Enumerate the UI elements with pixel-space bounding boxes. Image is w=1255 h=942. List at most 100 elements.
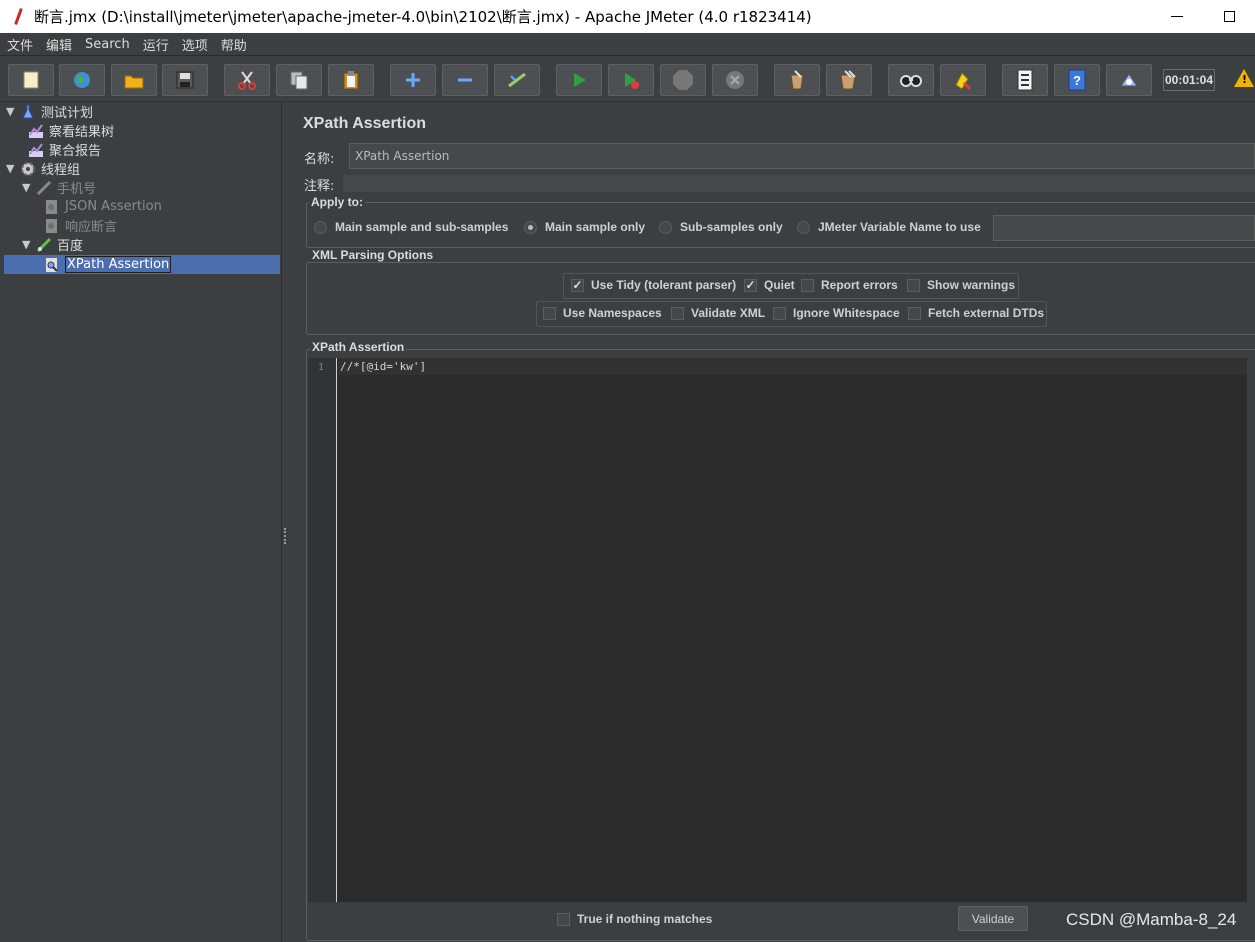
- checkbox-box[interactable]: [907, 278, 920, 292]
- radio-circle[interactable]: [314, 220, 327, 234]
- radio-sub-samples-only[interactable]: Sub-samples only: [659, 220, 783, 234]
- collapse-toggle-icon[interactable]: ▼: [22, 238, 34, 251]
- copy-button[interactable]: [276, 64, 322, 96]
- checkbox-box[interactable]: [801, 278, 814, 292]
- elapsed-timer: 00:01:04: [1163, 69, 1215, 91]
- xpath-assertion-panel: XPath Assertion 名称: XPath Assertion 注释: …: [292, 102, 1255, 942]
- clear-all-button[interactable]: [826, 64, 872, 96]
- checkbox-checked[interactable]: ✓: [744, 278, 757, 292]
- clear-icon: [790, 70, 804, 90]
- checkbox-use-tidy[interactable]: ✓ Use Tidy (tolerant parser): [571, 278, 736, 292]
- toggle-button[interactable]: [494, 64, 540, 96]
- tree-node-results-tree[interactable]: 察看结果树: [28, 121, 114, 140]
- aggregate-report-icon: [29, 142, 43, 157]
- tree-node-json-assertion[interactable]: JSON Assertion: [44, 197, 162, 216]
- checkbox-ignore-whitespace[interactable]: Ignore Whitespace: [773, 306, 900, 320]
- collapse-toggle-icon[interactable]: ▼: [6, 162, 18, 175]
- collapse-all-button[interactable]: [442, 64, 488, 96]
- warning-mark: !: [1242, 73, 1248, 86]
- xpath-expression[interactable]: //*[@id='kw']: [338, 358, 1247, 375]
- minimize-icon: [1171, 16, 1183, 17]
- radio-circle[interactable]: [659, 220, 672, 234]
- tree-node-label: XPath Assertion: [65, 256, 172, 273]
- validate-button[interactable]: Validate: [958, 906, 1028, 931]
- checkbox-true-if-nothing-matches[interactable]: True if nothing matches: [557, 912, 712, 926]
- tree-node-phone-sampler[interactable]: ▼ 手机号: [22, 178, 96, 197]
- start-button[interactable]: [556, 64, 602, 96]
- search-icon: [900, 75, 922, 87]
- window-title: 断言.jmx (D:\install\jmeter\jmeter\apache-…: [34, 8, 812, 26]
- menu-help[interactable]: 帮助: [214, 35, 253, 54]
- menu-file[interactable]: 文件: [0, 35, 39, 54]
- checkbox-checked[interactable]: ✓: [571, 278, 584, 292]
- menu-run[interactable]: 运行: [136, 35, 175, 54]
- menu-search[interactable]: Search: [78, 37, 136, 52]
- jmeter-variable-name-input[interactable]: [993, 215, 1255, 241]
- tree-node-aggregate-report[interactable]: 聚合报告: [28, 140, 101, 159]
- function-helper-button[interactable]: [1002, 64, 1048, 96]
- apply-to-title: Apply to:: [309, 195, 365, 209]
- radio-circle[interactable]: [797, 220, 810, 234]
- stop-button[interactable]: [660, 64, 706, 96]
- warning-icon[interactable]: !: [1234, 69, 1254, 87]
- paste-button[interactable]: [328, 64, 374, 96]
- save-icon: [176, 71, 194, 89]
- expand-all-button[interactable]: [390, 64, 436, 96]
- start-no-pauses-button[interactable]: [608, 64, 654, 96]
- checkbox-box[interactable]: [557, 912, 570, 926]
- checkbox-show-warnings[interactable]: Show warnings: [907, 278, 1015, 292]
- tree-node-thread-group[interactable]: ▼ 线程组: [6, 159, 80, 178]
- remote-start-button[interactable]: [1106, 64, 1152, 96]
- minimize-button[interactable]: [1151, 0, 1203, 33]
- comment-field[interactable]: [343, 175, 1255, 192]
- checkbox-fetch-external-dtds[interactable]: Fetch external DTDs: [908, 306, 1044, 320]
- panel-splitter[interactable]: [282, 102, 292, 942]
- search-button[interactable]: [888, 64, 934, 96]
- checkbox-box[interactable]: [773, 306, 786, 320]
- expand-icon: [406, 73, 420, 87]
- radio-jmeter-variable[interactable]: JMeter Variable Name to use: [797, 220, 981, 234]
- assertion-icon: [46, 218, 57, 233]
- tree-node-baidu-sampler[interactable]: ▼ 百度: [22, 235, 83, 254]
- tree-node-test-plan[interactable]: ▼ 测试计划: [6, 102, 93, 121]
- checkbox-quiet[interactable]: ✓ Quiet: [744, 278, 795, 292]
- checkbox-label: Validate XML: [691, 306, 766, 320]
- checkbox-box[interactable]: [543, 306, 556, 320]
- new-button[interactable]: [8, 64, 54, 96]
- name-field[interactable]: XPath Assertion: [349, 143, 1255, 169]
- checkbox-label: Show warnings: [927, 278, 1016, 292]
- checkbox-validate-xml[interactable]: Validate XML: [671, 306, 765, 320]
- maximize-button[interactable]: [1203, 0, 1255, 33]
- tree-node-xpath-assertion[interactable]: XPath Assertion: [4, 255, 280, 274]
- radio-main-and-sub-samples[interactable]: Main sample and sub-samples: [314, 220, 508, 234]
- open-button[interactable]: [111, 64, 157, 96]
- maximize-icon: [1223, 11, 1235, 22]
- splitter-grip-icon[interactable]: [284, 528, 290, 544]
- help-button[interactable]: ?: [1054, 64, 1100, 96]
- menu-options[interactable]: 选项: [175, 35, 214, 54]
- clear-button[interactable]: [774, 64, 820, 96]
- collapse-toggle-icon[interactable]: ▼: [6, 105, 18, 118]
- menu-edit[interactable]: 编辑: [39, 35, 78, 54]
- collapse-toggle-icon[interactable]: ▼: [22, 181, 34, 194]
- save-button[interactable]: [162, 64, 208, 96]
- cut-button[interactable]: [224, 64, 270, 96]
- xpath-editor[interactable]: 1 //*[@id='kw']: [308, 358, 1247, 902]
- remote-icon: [1120, 73, 1138, 87]
- tree-node-label: 百度: [57, 239, 84, 254]
- radio-main-sample-only[interactable]: Main sample only: [524, 220, 645, 234]
- checkbox-label: Use Namespaces: [563, 306, 662, 320]
- jmeter-feather-icon: [12, 8, 26, 26]
- checkbox-box[interactable]: [671, 306, 684, 320]
- checkbox-box[interactable]: [908, 306, 921, 320]
- templates-button[interactable]: [59, 64, 105, 96]
- tree-node-label: JSON Assertion: [65, 199, 162, 214]
- reset-search-button[interactable]: [940, 64, 986, 96]
- radio-circle-checked[interactable]: [524, 220, 537, 234]
- tree-node-response-assertion[interactable]: 响应断言: [44, 216, 117, 235]
- checkbox-report-errors[interactable]: Report errors: [801, 278, 898, 292]
- checkbox-use-namespaces[interactable]: Use Namespaces: [543, 306, 662, 320]
- xpath-bottom-bar: True if nothing matches Validate CSDN @M…: [308, 902, 1247, 939]
- checkbox-label: True if nothing matches: [577, 912, 713, 926]
- shutdown-button[interactable]: [712, 64, 758, 96]
